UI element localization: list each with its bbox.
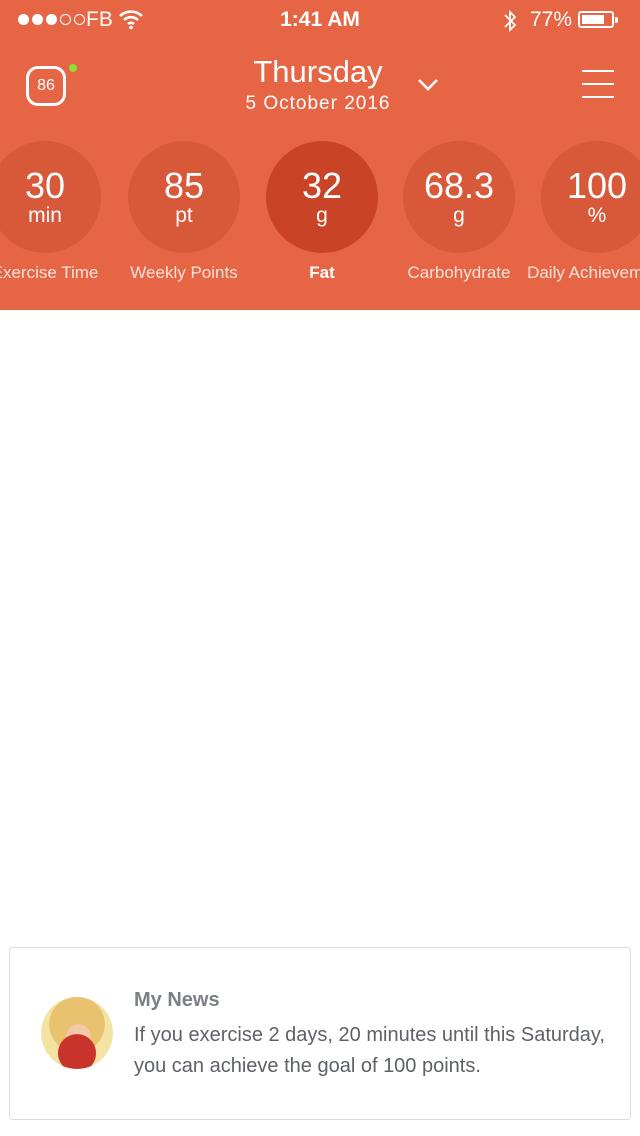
stat-exercise-time[interactable]: 30 min Exercise Time [0, 141, 101, 282]
stat-circle: 68.3 g [403, 141, 515, 253]
stat-circle: 32 g [266, 141, 378, 253]
stat-unit: min [28, 204, 62, 227]
avatar [41, 997, 113, 1069]
stat-weekly-points[interactable]: 85 pt Weekly Points [128, 141, 240, 282]
battery-icon [578, 11, 618, 28]
stat-circle: 30 min [0, 141, 101, 253]
menu-icon[interactable] [582, 70, 614, 100]
bluetooth-icon [504, 9, 517, 33]
stat-value: 68.3 [423, 165, 495, 206]
stat-value: 100 [566, 165, 628, 206]
stat-value: 85 [163, 165, 205, 206]
chevron-down-icon[interactable] [416, 77, 440, 93]
news-title: My News [134, 989, 220, 1011]
stat-unit: % [587, 204, 607, 227]
stat-value: 32 [301, 165, 343, 206]
date-subtitle[interactable]: 5 October 2016 [0, 93, 636, 115]
stat-unit: pt [175, 204, 193, 227]
stat-circle: 85 pt [128, 141, 240, 253]
stat-fat[interactable]: 32 g Fat [266, 141, 378, 282]
day-title[interactable]: Thursday [0, 54, 636, 90]
header: FB 1:41 AM 77% 86 Thursday 5 October 201… [0, 0, 640, 310]
stat-daily-achievement[interactable]: 100 % Daily Achievement [527, 141, 640, 282]
stat-carbohydrate[interactable]: 68.3 g Carbohydrate [403, 141, 515, 282]
status-bar: FB 1:41 AM 77% [0, 0, 640, 40]
battery-percent: 77% [530, 8, 573, 31]
stat-value: 30 [24, 165, 66, 206]
stat-unit: g [453, 204, 465, 227]
news-card[interactable]: My News If you exercise 2 days, 20 minut… [9, 947, 631, 1120]
news-body: If you exercise 2 days, 20 minutes until… [134, 1024, 605, 1077]
stat-label: Daily Achievement [527, 263, 640, 282]
stat-circle: 100 % [541, 141, 640, 253]
stats-carousel[interactable]: 30 min Exercise Time 85 pt Weekly Points… [0, 141, 640, 301]
stat-unit: g [316, 204, 328, 227]
